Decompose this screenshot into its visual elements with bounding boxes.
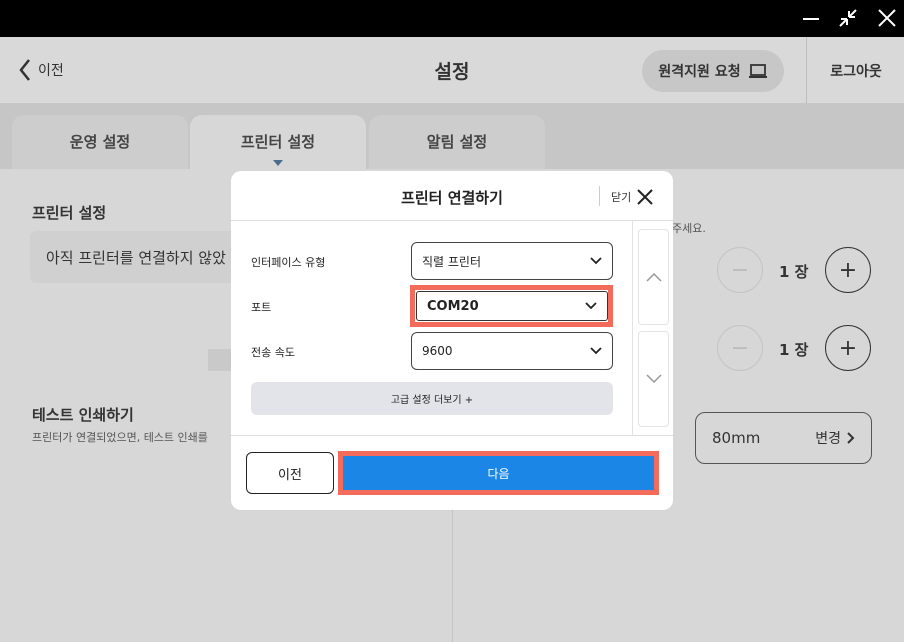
interface-value: 직렬 프린터 [422, 254, 482, 269]
section-title: 프린터 설정 [32, 204, 107, 222]
interface-select[interactable]: 직렬 프린터 [411, 242, 613, 280]
back-label: 이전 [38, 63, 64, 79]
logout-button[interactable]: 로그아웃 [808, 61, 904, 81]
paper-size-value: 80mm [712, 429, 761, 447]
interface-label: 인터페이스 유형 [251, 256, 326, 269]
dialog-title: 프린터 연결하기 [401, 189, 503, 207]
header-divider [599, 186, 600, 206]
decrement-button[interactable]: − [717, 247, 763, 293]
tab-notification[interactable]: 알림 설정 [369, 115, 545, 171]
increment-button[interactable]: + [825, 247, 871, 293]
speed-row: 전송 속도 9600 [251, 332, 613, 372]
test-print-title: 테스트 인쇄하기 [32, 406, 134, 424]
advanced-settings-button[interactable]: 고급 설정 더보기 + [251, 382, 613, 415]
increment-button[interactable]: + [825, 325, 871, 371]
footer-divider [231, 435, 673, 436]
chevron-left-icon [19, 59, 30, 81]
scroll-down-button[interactable] [638, 331, 669, 427]
decrement-button[interactable]: − [717, 325, 763, 371]
scroll-controls [632, 221, 673, 435]
back-button[interactable]: 이전 [18, 57, 64, 83]
window-titlebar [0, 0, 904, 37]
scroll-up-button[interactable] [638, 229, 669, 325]
header-divider [806, 37, 807, 103]
count-value: 1 장 [779, 263, 809, 281]
tab-label: 운영 설정 [69, 133, 131, 151]
tab-operation[interactable]: 운영 설정 [12, 115, 188, 171]
close-x-icon [637, 189, 653, 205]
previous-button[interactable]: 이전 [246, 452, 334, 494]
restore-icon[interactable] [836, 6, 862, 30]
minimize-icon[interactable] [800, 6, 826, 30]
chevron-up-icon [645, 272, 662, 282]
chevron-down-icon [590, 347, 602, 355]
change-label: 변경 [815, 431, 841, 447]
interface-row: 인터페이스 유형 직렬 프린터 [251, 242, 613, 282]
chevron-down-icon [645, 374, 662, 384]
test-print-desc: 프린터가 연결되었으면, 테스트 인쇄를 [32, 431, 208, 444]
next-button[interactable]: 다음 [343, 456, 654, 490]
dialog-header: 프린터 연결하기 닫기 [231, 171, 673, 221]
app-header: 이전 설정 원격지원 요청 로그아웃 [0, 37, 904, 103]
remote-support-label: 원격지원 요청 [658, 64, 741, 80]
count-value: 1 장 [779, 341, 809, 359]
dialog-close-button[interactable]: 닫기 [611, 185, 654, 209]
printer-connect-dialog: 프린터 연결하기 닫기 인터페이스 유형 직렬 프린터 포트 COM20 전송 … [231, 171, 673, 510]
chevron-down-icon [590, 257, 602, 265]
close-label: 닫기 [611, 191, 632, 204]
port-highlight [410, 285, 613, 327]
next-highlight: 다음 [338, 451, 659, 495]
tab-bar: 운영 설정 프린터 설정 알림 설정 [0, 103, 904, 171]
active-tab-indicator [273, 160, 283, 166]
remote-support-button[interactable]: 원격지원 요청 [642, 50, 784, 92]
tab-printer[interactable]: 프린터 설정 [190, 115, 366, 171]
paper-size-selector[interactable]: 80mm 변경 [695, 412, 872, 464]
speed-select[interactable]: 9600 [411, 332, 613, 370]
chevron-right-icon [847, 432, 855, 444]
close-icon[interactable] [875, 6, 901, 30]
laptop-icon [748, 64, 767, 78]
right-hint: 주세요. [672, 222, 706, 235]
speed-value: 9600 [422, 344, 453, 358]
tab-label: 알림 설정 [426, 133, 488, 151]
speed-label: 전송 속도 [251, 346, 295, 359]
port-label: 포트 [251, 301, 272, 314]
